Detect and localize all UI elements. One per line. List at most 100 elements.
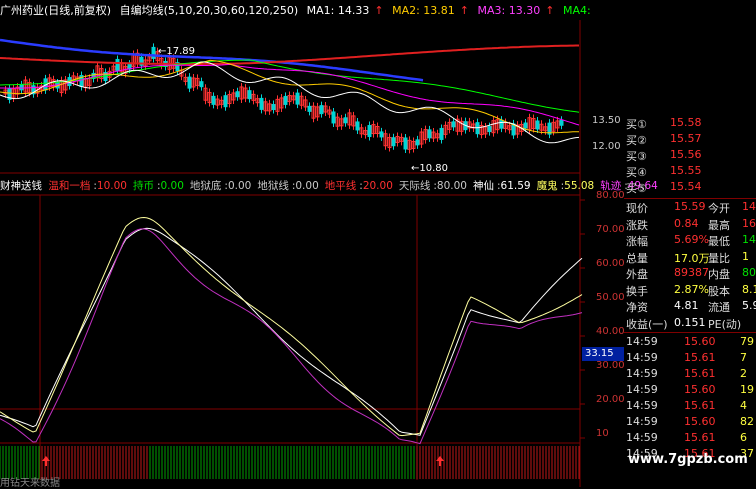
up-arrow-icon: ↑ (459, 4, 470, 17)
stat-label: 流通 (708, 301, 730, 314)
tick-row[interactable]: 14:59 15.61 2 (624, 367, 756, 383)
stat-row[interactable]: 现价 15.59 今开 14 (624, 200, 756, 216)
indicator-value: 61.59 (500, 180, 531, 192)
tick-price: 15.61 (684, 367, 716, 380)
up-arrow-icon (42, 456, 50, 466)
stat-row[interactable]: 涨幅 5.69% 最低 14 (624, 233, 756, 249)
indicator-axis-label: 10 (596, 428, 609, 439)
candle-body (247, 90, 252, 100)
quote-divider (624, 332, 756, 333)
indicator-value: 0.00 (295, 180, 319, 192)
tick-row[interactable]: 14:59 15.61 7 (624, 351, 756, 367)
bid-row[interactable]: 买③ 15.56 (624, 148, 756, 164)
high-price-label: ←17.89 (158, 46, 196, 57)
stat-value: 8.1 (742, 282, 756, 296)
tick-time: 14:59 (626, 383, 658, 396)
indicator-item-3: 地狱线:0.00 (257, 180, 319, 192)
tick-time: 14:59 (626, 351, 658, 364)
ma4-label: MA4: (562, 4, 591, 17)
ma2-label: MA2: 13.81 (392, 4, 455, 17)
tick-row[interactable]: 14:59 15.60 19 (624, 383, 756, 399)
candle-body (115, 58, 120, 71)
tick-time: 14:59 (626, 399, 658, 412)
stat-value: 89387 (674, 266, 709, 279)
stat-label: 外盘 (626, 268, 648, 281)
tick-row[interactable]: 14:59 15.61 4 (624, 399, 756, 415)
indicator-item-0: 温和一档:10.00 (48, 180, 127, 192)
tick-row[interactable]: 14:59 15.60 82 (624, 415, 756, 431)
tick-time: 14:59 (626, 367, 658, 380)
bid-row[interactable]: 买② 15.57 (624, 132, 756, 148)
stock-title: 广州药业(日线,前复权) (0, 4, 112, 17)
candle-body (19, 84, 24, 91)
candle-body (283, 95, 288, 105)
candle-body (355, 121, 360, 131)
candle-body (295, 92, 300, 105)
price-axis-1200: 12.00 (592, 141, 621, 152)
indicator-item-6: 神仙:61.59 (472, 180, 531, 192)
bid-row[interactable]: 买① 15.58 (624, 116, 756, 132)
stat-label: 净资 (626, 301, 648, 314)
low-price-value: 10.80 (419, 163, 449, 174)
indicator-item-1: 持币:0.00 (132, 180, 184, 192)
ma-name: 自编均线(5,10,20,30,60,120,250) (119, 4, 299, 17)
watermark: www.7gpzb.com (628, 452, 748, 467)
bid-label: 买⑤ (626, 182, 647, 195)
tick-row[interactable]: 14:59 15.61 6 (624, 431, 756, 447)
stat-label: 收益(一) (626, 317, 668, 331)
tick-price: 15.60 (684, 335, 716, 348)
stat-row[interactable]: 外盘 89387 内盘 80 (624, 266, 756, 282)
tick-row[interactable]: 14:59 15.60 79 (624, 335, 756, 351)
candle-body (307, 105, 312, 112)
candle-body (259, 97, 264, 110)
indicator-value: 0.00 (227, 180, 252, 192)
stat-row[interactable]: 净资 4.81 流通 5.9 (624, 299, 756, 315)
candle-body (451, 121, 456, 128)
quote-panel[interactable]: 买① 15.58 买② 15.57 买③ 15.56 买④ 15.55 买⑤ 15.54 现价 15.… (624, 110, 756, 487)
tick-price: 15.61 (684, 431, 716, 444)
bid-price: 15.55 (670, 164, 702, 177)
stat-value: 0.84 (674, 216, 699, 230)
tick-time: 14:59 (626, 335, 658, 348)
bid-label: 买① (626, 118, 647, 131)
stat-row[interactable]: 涨跌 0.84 最高 16 (624, 217, 756, 233)
cursor-value-box: 33.15 (582, 347, 624, 361)
stat-value: 15.59 (674, 200, 706, 213)
indicator-label: 地狱线 (257, 180, 289, 192)
bid-row[interactable]: 买⑤ 15.54 (624, 180, 756, 196)
up-arrow-icon: ↑ (374, 4, 384, 17)
tick-price: 15.60 (684, 383, 716, 396)
candle-body (391, 137, 396, 147)
stat-value: 0.151 (674, 315, 706, 329)
main-chart-header: 广州药业(日线,前复权) 自编均线(5,10,20,30,60,120,250)… (0, 2, 596, 18)
candle-body (235, 91, 240, 98)
stat-label: 涨幅 (626, 235, 648, 248)
tick-time: 14:59 (626, 431, 658, 444)
stock-chart[interactable] (0, 0, 624, 487)
quote-divider (624, 198, 756, 199)
candle-body (343, 117, 348, 124)
indicator-value: 10.00 (96, 180, 127, 192)
candle-body (499, 119, 504, 129)
candle-body (559, 119, 564, 126)
stat-label: 内盘 (708, 268, 730, 281)
ma120-line (0, 44, 579, 65)
indicator-axis-label: 50.00 (596, 292, 625, 303)
stat-row[interactable]: 换手 2.87%股本 8.1 (624, 283, 756, 299)
candle-body (319, 105, 324, 115)
track-line (0, 228, 583, 445)
stat-row[interactable]: 收益(一) 0.151 PE(动) (624, 316, 756, 332)
low-price-label: ←10.80 (411, 163, 449, 174)
indicator-item-2: 地狱底:0.00 (189, 180, 252, 192)
indicator-header: 财神送钱 温和一档:10.00 持币:0.00 地狱底:0.00 地狱线:0.00 地平… (0, 178, 664, 194)
candle-body (367, 125, 372, 138)
stat-label: 现价 (626, 202, 648, 215)
tick-volume: 2 (740, 367, 747, 380)
tick-volume: 19 (740, 383, 754, 396)
indicator-item-5: 天际线:80.00 (398, 180, 467, 192)
tick-price: 15.61 (684, 351, 716, 364)
tick-volume: 6 (740, 431, 747, 444)
stat-row[interactable]: 总量 17.0万 量比 1 (624, 250, 756, 266)
bid-label: 买④ (626, 166, 647, 179)
bid-row[interactable]: 买④ 15.55 (624, 164, 756, 180)
